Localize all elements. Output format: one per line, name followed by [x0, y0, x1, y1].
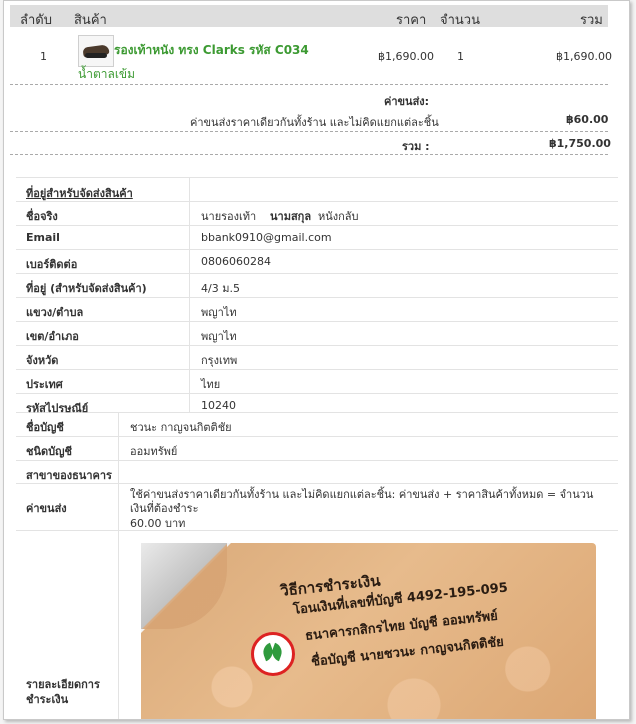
header-index: ลำดับ — [20, 13, 52, 28]
item-price: ฿1,690.00 — [378, 50, 434, 63]
kasikorn-bank-logo-icon — [251, 632, 295, 676]
sum-value: ฿1,750.00 — [549, 137, 611, 150]
address-row: รหัสไปรษณีย์ 10240 — [16, 394, 618, 415]
divider — [10, 154, 608, 155]
divider — [10, 131, 608, 132]
order-summary-window: ลำดับ สินค้า ราคา จำนวน รวม 1 รองเท้าหนั… — [3, 0, 630, 720]
bank-row: ชนิดบัญชี ออมทรัพย์ — [16, 437, 618, 461]
address-row: จังหวัด กรุงเทพ — [16, 346, 618, 370]
shipping-note: ค่าขนส่งราคาเดียวกันทั้งร้าน และไม่คิดแย… — [190, 116, 439, 129]
item-index: 1 — [40, 50, 47, 63]
address-row: Email bbank0910@gmail.com — [16, 226, 618, 250]
header-product: สินค้า — [74, 13, 107, 28]
bank-row: ชื่อบัญชี ชวนะ กาญจนกิตติชัย — [16, 413, 618, 437]
payment-label-2: ชำระเงิน — [26, 693, 69, 706]
shipping-value: ฿60.00 — [566, 113, 609, 126]
address-row: เขต/อำเภอ พญาไท — [16, 322, 618, 346]
address-row: ที่อยู่ (สำหรับจัดส่งสินค้า) 4/3 ม.5 — [16, 274, 618, 298]
header-price: ราคา — [396, 13, 427, 28]
address-row: เบอร์ติดต่อ 0806060284 — [16, 250, 618, 274]
sum-label: รวม : — [402, 140, 430, 153]
divider — [10, 84, 608, 85]
bank-row: สาขาของธนาคาร — [16, 461, 618, 484]
product-variant: น้ำตาลเข้ม — [78, 67, 136, 81]
address-row: ประเทศ ไทย — [16, 370, 618, 394]
bank-shipping-row: ค่าขนส่ง ใช้ค่าขนส่งราคาเดียวกันทั้งร้าน… — [16, 484, 618, 531]
item-qty: 1 — [457, 50, 464, 63]
order-table-header: ลำดับ สินค้า ราคา จำนวน รวม — [10, 5, 608, 28]
shipping-label: ค่าขนส่ง: — [384, 95, 430, 108]
product-link[interactable]: รองเท้าหนัง ทรง Clarks รหัส C034 — [114, 41, 309, 60]
address-row: ชื่อจริง นายรองเท้า นามสกุล หนังกลับ — [16, 202, 618, 226]
header-qty: จำนวน — [440, 13, 480, 28]
shoe-thumbnail[interactable] — [78, 35, 114, 67]
address-row: แขวง/ตำบล พญาไท — [16, 298, 618, 322]
header-total: รวม — [580, 13, 603, 28]
item-total: ฿1,690.00 — [556, 50, 612, 63]
